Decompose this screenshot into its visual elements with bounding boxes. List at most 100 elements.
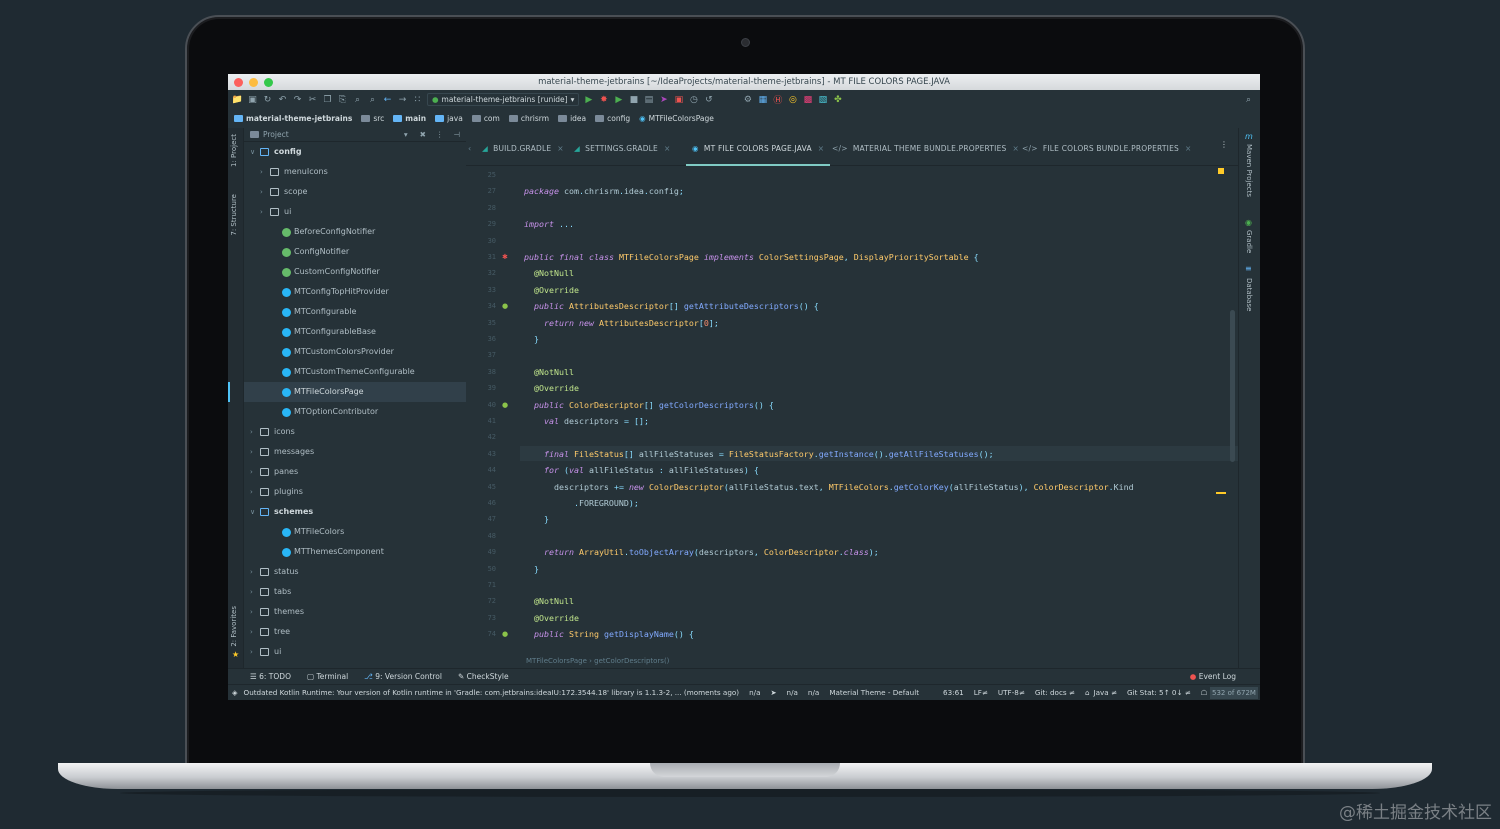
file-encoding[interactable]: UTF-8≠ [998, 688, 1025, 697]
redo-icon[interactable]: ↷ [292, 94, 303, 105]
tree-file[interactable]: MTConfigurableBase [244, 322, 466, 342]
layout-icon[interactable]: ▧ [817, 94, 828, 105]
nav-crumb-com[interactable]: com [471, 114, 500, 123]
chevron-right-icon[interactable]: › [250, 602, 253, 622]
forward-icon[interactable]: → [397, 94, 408, 105]
run-configuration-select[interactable]: ● material-theme-jetbrains [runide] ▾ [427, 93, 580, 106]
tab-file-colors-bundle[interactable]: </> FILE COLORS BUNDLE.PROPERTIES × [1022, 140, 1191, 166]
help-icon[interactable]: Ⓗ [772, 94, 783, 106]
tree-folder[interactable]: › tabs [244, 582, 466, 602]
chevron-right-icon[interactable]: › [250, 422, 253, 442]
plugin-icon[interactable]: ✤ [832, 94, 843, 105]
copy-icon[interactable]: ❐ [322, 94, 333, 105]
settings-icon[interactable]: ⋮ [436, 130, 444, 139]
search-everywhere-icon[interactable]: ⌕ [1243, 94, 1254, 105]
version-control-tool-button[interactable]: ⎇ 9: Version Control [364, 672, 442, 681]
project-view-select[interactable]: Project [263, 130, 289, 139]
line-separator[interactable]: LF≠ [974, 688, 988, 697]
tree-file[interactable]: CustomConfigNotifier [244, 262, 466, 282]
tab-material-theme-bundle[interactable]: </> MATERIAL THEME BUNDLE.PROPERTIES × [832, 140, 1019, 166]
debug-icon[interactable]: ✸ [598, 94, 609, 105]
event-log-tool-button[interactable]: ● Event Log [1190, 672, 1236, 681]
scroll-tabs-left-icon[interactable]: ‹ [468, 144, 471, 153]
terminal-tool-button[interactable]: ▢ Terminal [307, 672, 348, 681]
chevron-right-icon[interactable]: › [250, 642, 253, 662]
nav-crumb-project[interactable]: material-theme-jetbrains [234, 114, 352, 123]
memory-indicator[interactable]: 532 of 672M [1210, 687, 1258, 699]
override-marker-icon[interactable]: ● [502, 630, 508, 638]
close-icon[interactable]: × [664, 144, 670, 153]
tree-folder[interactable]: › panes [244, 462, 466, 482]
tree-file[interactable]: MTThemesComponent [244, 542, 466, 562]
editor-scrollbar[interactable] [1230, 310, 1235, 462]
chevron-down-icon[interactable]: ∨ [250, 142, 255, 162]
tree-file[interactable]: MTFileColorsPage [228, 382, 466, 402]
history-icon[interactable]: ◷ [688, 94, 699, 105]
tree-folder[interactable]: ∨ schemes [244, 502, 466, 522]
project-structure-icon[interactable]: ▦ [757, 94, 768, 105]
coverage-icon[interactable]: ▶ [613, 94, 624, 105]
override-marker-icon[interactable]: ● [502, 401, 508, 409]
tree-file[interactable]: MTOptionContributor [244, 402, 466, 422]
tab-settings-gradle[interactable]: ◢ SETTINGS.GRADLE × [574, 140, 670, 166]
chevron-right-icon[interactable]: › [250, 462, 253, 482]
vcs-commit-icon[interactable]: ▣ [673, 94, 684, 105]
chevron-right-icon[interactable]: › [250, 582, 253, 602]
tree-folder[interactable]: › menuIcons [244, 162, 466, 182]
checkstyle-tool-button[interactable]: ✎ CheckStyle [458, 672, 509, 681]
nav-crumb-java[interactable]: java [435, 114, 463, 123]
tree-folder[interactable]: › scope [244, 182, 466, 202]
run-icon[interactable]: ▶ [583, 94, 594, 105]
tree-folder[interactable]: › messages [244, 442, 466, 462]
code-editor[interactable]: package com.chrisrm.idea.config; import .… [520, 166, 1238, 654]
git-stat[interactable]: Git Stat: 5↑ 0↓ ≠ [1127, 688, 1191, 697]
structure-tool-tab[interactable]: 7: Structure [230, 194, 238, 236]
tab-mt-file-colors-page[interactable]: ◉ MT FILE COLORS PAGE.JAVA × [686, 140, 831, 166]
tree-folder[interactable]: ∨ config [244, 142, 466, 162]
vcs-update-icon[interactable]: ➤ [658, 94, 669, 105]
chevron-right-icon[interactable]: › [260, 202, 263, 222]
tree-folder[interactable]: › themes [244, 602, 466, 622]
back-icon[interactable]: ← [382, 94, 393, 105]
tree-folder[interactable]: › tree [244, 622, 466, 642]
error-stripe-marker[interactable] [1216, 492, 1226, 494]
tree-file[interactable]: MTConfigurable [244, 302, 466, 322]
cut-icon[interactable]: ✂ [307, 94, 318, 105]
build-icon[interactable]: ∷ [412, 94, 423, 105]
find-icon[interactable]: ⌕ [352, 94, 363, 105]
revert-icon[interactable]: ↺ [703, 94, 714, 105]
maven-projects-tool-tab[interactable]: Maven Projects [1245, 144, 1253, 197]
close-icon[interactable]: × [1012, 144, 1018, 153]
code-crumb-class[interactable]: MTFileColorsPage [526, 657, 587, 665]
tree-file[interactable]: BeforeConfigNotifier [244, 222, 466, 242]
stop-icon[interactable]: ■ [628, 94, 639, 105]
chevron-right-icon[interactable]: › [250, 622, 253, 642]
tree-file[interactable]: MTConfigTopHitProvider [244, 282, 466, 302]
code-crumb-method[interactable]: getColorDescriptors() [594, 657, 669, 665]
language-level[interactable]: Java ≠ [1094, 688, 1118, 697]
database-tool-tab[interactable]: Database [1245, 278, 1253, 311]
minimize-window-button[interactable] [249, 78, 258, 87]
favorites-tool-tab[interactable]: 2: Favorites [230, 606, 238, 647]
caret-position[interactable]: 63:61 [943, 688, 964, 697]
tree-file[interactable]: MTCustomThemeConfigurable [244, 362, 466, 382]
close-icon[interactable]: × [557, 144, 563, 153]
tree-folder[interactable]: › icons [244, 422, 466, 442]
chevron-right-icon[interactable]: › [250, 442, 253, 462]
gradle-tool-tab[interactable]: Gradle [1245, 230, 1253, 253]
chevron-right-icon[interactable]: › [260, 162, 263, 182]
lock-icon[interactable]: ⌂ [1085, 688, 1090, 697]
nav-crumb-main[interactable]: main [393, 114, 426, 123]
nav-crumb-file[interactable]: ◉ MTFileColorsPage [639, 114, 714, 123]
tree-file[interactable]: MTFileColors [244, 522, 466, 542]
tree-file[interactable]: MTCustomColorsProvider [244, 342, 466, 362]
chevron-down-icon[interactable]: ▾ [404, 130, 408, 139]
implements-marker-icon[interactable]: ✱ [502, 253, 508, 261]
sdk-icon[interactable]: ◎ [787, 94, 798, 105]
save-icon[interactable]: ▣ [247, 94, 258, 105]
nav-crumb-chrisrm[interactable]: chrisrm [508, 114, 549, 123]
theme-indicator[interactable]: Material Theme - Default [829, 688, 919, 697]
override-marker-icon[interactable]: ● [502, 302, 508, 310]
zoom-window-button[interactable] [264, 78, 273, 87]
palette-icon[interactable]: ▩ [802, 94, 813, 105]
